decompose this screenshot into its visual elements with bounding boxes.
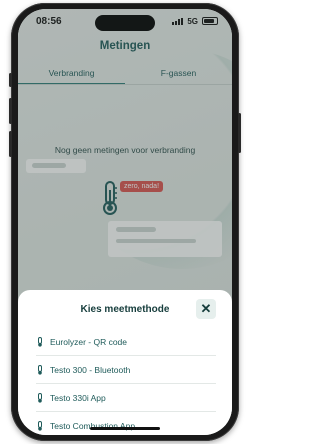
option-eurolyzer-qr[interactable]: Eurolyzer - QR code [36, 328, 216, 356]
method-list: Eurolyzer - QR code Testo 300 - Bluetoot… [36, 328, 216, 435]
option-testo-combustion-app[interactable]: Testo Combustion App [36, 412, 216, 435]
close-button[interactable]: ✕ [196, 299, 216, 319]
mute-switch [9, 73, 12, 87]
option-testo-300-bluetooth[interactable]: Testo 300 - Bluetooth [36, 356, 216, 384]
thermometer-icon [38, 336, 42, 347]
volume-down-button [9, 131, 12, 157]
power-button [238, 113, 241, 153]
thermometer-icon [38, 420, 42, 431]
close-icon: ✕ [200, 301, 212, 316]
option-label: Testo 330i App [50, 392, 106, 403]
screen: 08:56 5G Metingen Verbranding F-gassen N… [18, 9, 232, 435]
option-label: Eurolyzer - QR code [50, 336, 127, 347]
option-label: Testo 300 - Bluetooth [50, 364, 131, 375]
option-testo-330i-app[interactable]: Testo 330i App [36, 384, 216, 412]
bottom-sheet: Kies meetmethode ✕ Eurolyzer - QR code T… [18, 290, 232, 435]
volume-up-button [9, 98, 12, 124]
thermometer-icon [38, 392, 42, 403]
home-indicator[interactable] [90, 427, 160, 430]
thermometer-icon [38, 364, 42, 375]
